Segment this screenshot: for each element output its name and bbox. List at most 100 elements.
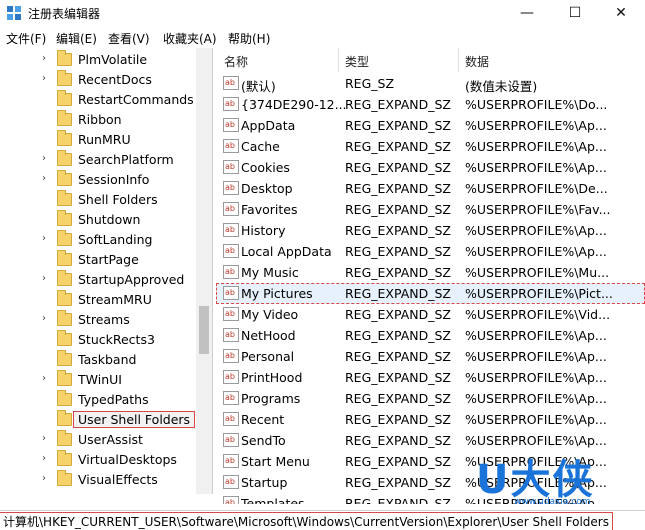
value-row[interactable]: ab Desktop REG_EXPAND_SZ %USERPROFILE%\De..… bbox=[216, 178, 645, 199]
tree-item[interactable]: Ribbon bbox=[0, 110, 195, 130]
column-separator[interactable] bbox=[458, 48, 459, 72]
string-value-icon: ab bbox=[223, 139, 239, 153]
folder-icon bbox=[57, 110, 72, 126]
tree-item-label: RecentDocs bbox=[78, 72, 152, 87]
expand-arrow-icon[interactable]: › bbox=[42, 233, 46, 244]
value-name: Desktop bbox=[241, 181, 293, 196]
tree-item[interactable]: › TWinUI bbox=[0, 370, 195, 390]
tree-item-label: Ribbon bbox=[78, 112, 122, 127]
tree-item[interactable]: TypedPaths bbox=[0, 390, 195, 410]
value-row[interactable]: ab Programs REG_EXPAND_SZ %USERPROFILE%\Ap.… bbox=[216, 388, 645, 409]
column-separator[interactable] bbox=[338, 48, 339, 72]
tree-item[interactable]: RunMRU bbox=[0, 130, 195, 150]
tree-item[interactable]: › PlmVolatile bbox=[0, 50, 195, 70]
expand-arrow-icon[interactable]: › bbox=[42, 433, 46, 444]
column-header-data[interactable]: 数据 bbox=[465, 48, 489, 72]
value-name: NetHood bbox=[241, 328, 296, 343]
tree-item[interactable]: › StartupApproved bbox=[0, 270, 195, 290]
value-data: %USERPROFILE%\Ap... bbox=[465, 160, 607, 175]
value-name: Favorites bbox=[241, 202, 298, 217]
close-button[interactable]: ✕ bbox=[601, 0, 641, 26]
value-row[interactable]: ab AppData REG_EXPAND_SZ %USERPROFILE%\Ap..… bbox=[216, 115, 645, 136]
expand-arrow-icon[interactable]: › bbox=[42, 273, 46, 284]
tree-item-label: Shell Folders bbox=[78, 192, 158, 207]
tree-item-label: Shutdown bbox=[78, 212, 141, 227]
menu-help[interactable]: 帮助(H) bbox=[228, 30, 270, 47]
value-row[interactable]: ab History REG_EXPAND_SZ %USERPROFILE%\Ap..… bbox=[216, 220, 645, 241]
value-row[interactable]: ab Favorites REG_EXPAND_SZ %USERPROFILE%\Fa… bbox=[216, 199, 645, 220]
expand-arrow-icon[interactable]: › bbox=[42, 73, 46, 84]
folder-icon bbox=[57, 410, 72, 426]
tree-item[interactable]: StuckRects3 bbox=[0, 330, 195, 350]
value-row[interactable]: ab (默认) REG_SZ (数值未设置) bbox=[216, 73, 645, 94]
tree-item[interactable]: StreamMRU bbox=[0, 290, 195, 310]
value-name: My Pictures bbox=[241, 286, 313, 301]
menu-view[interactable]: 查看(V) bbox=[108, 30, 150, 47]
string-value-icon: ab bbox=[223, 433, 239, 447]
value-row[interactable]: ab Recent REG_EXPAND_SZ %USERPROFILE%\Ap... bbox=[216, 409, 645, 430]
tree-scrollbar[interactable] bbox=[196, 48, 212, 494]
folder-icon bbox=[57, 330, 72, 346]
expand-arrow-icon[interactable]: › bbox=[42, 173, 46, 184]
value-type: REG_EXPAND_SZ bbox=[345, 286, 451, 301]
value-row[interactable]: ab {374DE290-12... REG_EXPAND_SZ %USERPROFI… bbox=[216, 94, 645, 115]
value-type: REG_EXPAND_SZ bbox=[345, 139, 451, 154]
tree-item[interactable]: Taskband bbox=[0, 350, 195, 370]
tree-item[interactable]: › SearchPlatform bbox=[0, 150, 195, 170]
tree-scrollbar-thumb[interactable] bbox=[199, 306, 209, 354]
value-row[interactable]: ab Cache REG_EXPAND_SZ %USERPROFILE%\Ap... bbox=[216, 136, 645, 157]
tree-item[interactable]: › RecentDocs bbox=[0, 70, 195, 90]
value-data: %USERPROFILE%\Ap... bbox=[465, 412, 607, 427]
tree-item[interactable]: › VisualEffects bbox=[0, 470, 195, 490]
value-row[interactable]: ab Personal REG_EXPAND_SZ %USERPROFILE%\Ap.… bbox=[216, 346, 645, 367]
expand-arrow-icon[interactable]: › bbox=[42, 373, 46, 384]
tree-item[interactable]: › SoftLanding bbox=[0, 230, 195, 250]
menu-file[interactable]: 文件(F) bbox=[6, 30, 46, 47]
value-row[interactable]: ab Local AppData REG_EXPAND_SZ %USERPROFILE… bbox=[216, 241, 645, 262]
tree-item-label: RunMRU bbox=[78, 132, 131, 147]
value-type: REG_EXPAND_SZ bbox=[345, 97, 451, 112]
string-value-icon: ab bbox=[223, 370, 239, 384]
folder-icon bbox=[57, 190, 72, 206]
expand-arrow-icon[interactable]: › bbox=[42, 473, 46, 484]
column-header-name[interactable]: 名称 bbox=[224, 48, 248, 72]
value-row[interactable]: ab PrintHood REG_EXPAND_SZ %USERPROFILE%\Ap… bbox=[216, 367, 645, 388]
value-row[interactable]: ab NetHood REG_EXPAND_SZ %USERPROFILE%\Ap..… bbox=[216, 325, 645, 346]
menu-favorites[interactable]: 收藏夹(A) bbox=[163, 30, 217, 47]
tree-item[interactable]: User Shell Folders bbox=[0, 410, 196, 430]
value-type: REG_EXPAND_SZ bbox=[345, 328, 451, 343]
expand-arrow-icon[interactable]: › bbox=[42, 453, 46, 464]
value-data: %USERPROFILE%\Vid... bbox=[465, 307, 611, 322]
value-type: REG_EXPAND_SZ bbox=[345, 475, 451, 490]
value-name: My Music bbox=[241, 265, 299, 280]
value-type: REG_SZ bbox=[345, 76, 395, 91]
value-name: Local AppData bbox=[241, 244, 332, 259]
tree-item-label: SearchPlatform bbox=[78, 152, 174, 167]
values-list[interactable]: 名称 类型 数据 ab (默认) REG_SZ (数值未设置) ab {374DE290-… bbox=[216, 48, 645, 504]
value-row[interactable]: ab My Pictures REG_EXPAND_SZ %USERPROFILE%\… bbox=[216, 283, 645, 304]
tree-item[interactable]: › Streams bbox=[0, 310, 195, 330]
value-type: REG_EXPAND_SZ bbox=[345, 496, 451, 504]
minimize-button[interactable]: — bbox=[507, 0, 547, 26]
tree-item[interactable]: › VirtualDesktops bbox=[0, 450, 195, 470]
value-type: REG_EXPAND_SZ bbox=[345, 265, 451, 280]
maximize-button[interactable]: ☐ bbox=[555, 0, 595, 26]
expand-arrow-icon[interactable]: › bbox=[42, 53, 46, 64]
string-value-icon: ab bbox=[223, 97, 239, 111]
menu-edit[interactable]: 编辑(E) bbox=[56, 30, 97, 47]
column-header-type[interactable]: 类型 bbox=[345, 48, 369, 72]
tree-item[interactable]: Shell Folders bbox=[0, 190, 195, 210]
expand-arrow-icon[interactable]: › bbox=[42, 153, 46, 164]
value-row[interactable]: ab My Music REG_EXPAND_SZ %USERPROFILE%\Mu.… bbox=[216, 262, 645, 283]
value-row[interactable]: ab Cookies REG_EXPAND_SZ %USERPROFILE%\Ap..… bbox=[216, 157, 645, 178]
value-row[interactable]: ab My Video REG_EXPAND_SZ %USERPROFILE%\Vid… bbox=[216, 304, 645, 325]
folder-icon bbox=[57, 310, 72, 326]
folder-icon bbox=[57, 90, 72, 106]
tree-item[interactable]: StartPage bbox=[0, 250, 195, 270]
tree-item[interactable]: RestartCommands bbox=[0, 90, 195, 110]
tree-item[interactable]: › UserAssist bbox=[0, 430, 195, 450]
tree-item[interactable]: Shutdown bbox=[0, 210, 195, 230]
registry-tree[interactable]: › PlmVolatile › RecentDocs RestartCommands Ri… bbox=[0, 48, 213, 494]
expand-arrow-icon[interactable]: › bbox=[42, 313, 46, 324]
tree-item[interactable]: › SessionInfo bbox=[0, 170, 195, 190]
